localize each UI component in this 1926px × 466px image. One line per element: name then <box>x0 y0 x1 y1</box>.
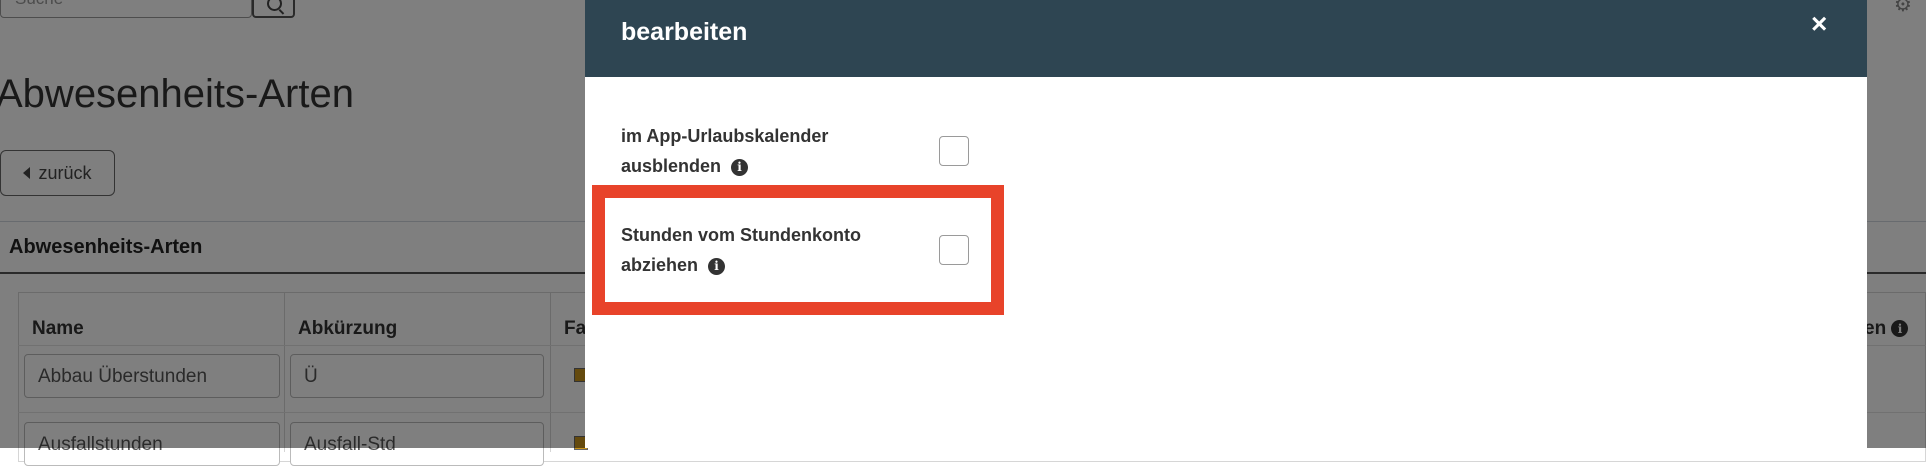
hide-in-app-calendar-label: im App-Urlaubskalender ausblenden i <box>621 121 828 181</box>
label-line: ausblenden i <box>621 151 828 181</box>
info-icon[interactable]: i <box>731 158 749 176</box>
edit-dialog: bearbeiten × im App-Urlaubskalender ausb… <box>585 0 1867 448</box>
label-line: abziehen i <box>621 250 861 280</box>
dialog-title: bearbeiten <box>621 18 748 46</box>
dialog-header: bearbeiten × <box>585 0 1867 77</box>
hide-in-app-calendar-checkbox[interactable] <box>939 136 969 166</box>
label-line: Stunden vom Stundenkonto <box>621 225 861 245</box>
info-icon[interactable]: i <box>708 257 726 275</box>
label-text: abziehen <box>621 255 699 275</box>
close-icon[interactable]: × <box>1811 10 1827 38</box>
label-text: ausblenden <box>621 156 722 176</box>
label-line: im App-Urlaubskalender <box>621 126 829 146</box>
deduct-hours-label: Stunden vom Stundenkonto abziehen i <box>621 220 861 280</box>
deduct-hours-checkbox[interactable] <box>939 235 969 265</box>
